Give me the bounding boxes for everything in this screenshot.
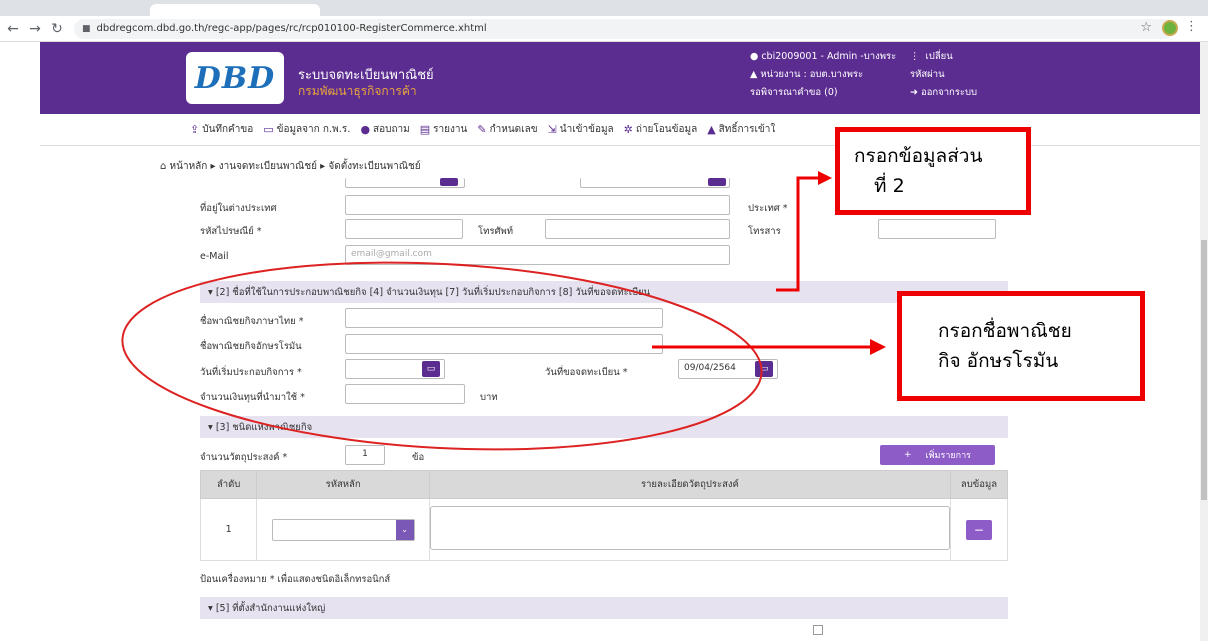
- callout-arrow-1: [776, 176, 820, 292]
- highlight-ellipse: [121, 261, 763, 451]
- callout-arrow-2-head: [870, 339, 886, 355]
- callout-section-2: กรอกข้อมูลส่วน ที่ 2: [835, 127, 1031, 215]
- callout-roman-name: กรอกชื่อพาณิชย กิจ อักษรโรมัน: [897, 291, 1145, 401]
- callout-arrow-1-head: [818, 171, 832, 185]
